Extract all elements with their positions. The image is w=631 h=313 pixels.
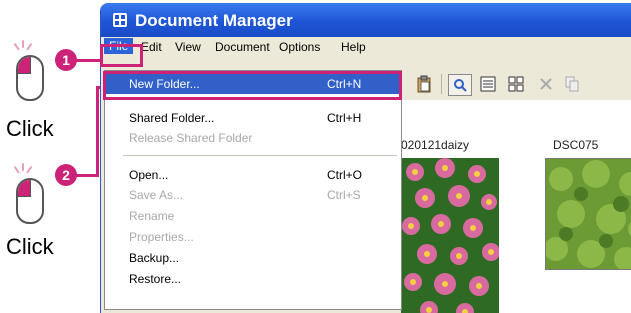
click-label-1: Click (6, 116, 54, 141)
window-title: Document Manager (135, 11, 293, 30)
new-folder-highlight (103, 71, 402, 100)
menu-item-release-shared-folder: Release Shared Folder (129, 131, 253, 145)
menu-item-shared-folder[interactable]: Shared Folder... Ctrl+H (105, 108, 401, 128)
file-menu-highlight (100, 44, 143, 67)
menu-view[interactable]: View (175, 40, 201, 54)
thumbnail-label: DSC075 (553, 138, 599, 152)
menu-item-backup[interactable]: Backup... (105, 248, 401, 268)
toolbar (401, 58, 631, 100)
thumbnail-view-icon[interactable] (505, 74, 527, 94)
title-bar[interactable]: Document Manager (101, 3, 631, 37)
step-2-badge: 2 (55, 164, 77, 186)
menu-edit[interactable]: Edit (141, 40, 162, 54)
details-view-icon[interactable] (477, 74, 499, 94)
file-menu-dropdown: New Folder... Ctrl+N Shared Folder... Ct… (104, 70, 402, 310)
menu-bar: File Edit View Document Options Help (101, 37, 631, 58)
menu-options[interactable]: Options (279, 40, 320, 54)
click-label-2: Click (6, 234, 54, 259)
copy-icon[interactable] (561, 74, 583, 94)
thumbnail-area: 020121daizy DSC075 (401, 100, 631, 313)
step-2-connector-v (96, 86, 99, 177)
menu-help[interactable]: Help (341, 40, 366, 54)
paste-icon[interactable] (413, 74, 435, 94)
daisy-thumbnail[interactable] (401, 158, 499, 313)
step-1-badge: 1 (55, 49, 77, 71)
preview-icon[interactable] (448, 74, 472, 96)
step-1-connector (76, 59, 102, 62)
step-2-connector-h (76, 174, 98, 177)
thumbnail-label: 020121daizy (401, 138, 470, 152)
menu-item-save-as: Save As... Ctrl+S (129, 188, 361, 202)
menu-item-restore[interactable]: Restore... (105, 269, 401, 289)
menu-item-rename: Rename (129, 209, 175, 223)
app-icon (113, 13, 127, 27)
menu-item-properties: Properties... (129, 230, 194, 244)
delete-icon[interactable] (535, 74, 557, 94)
menu-item-open[interactable]: Open... Ctrl+O (105, 165, 401, 185)
menu-document[interactable]: Document (215, 40, 270, 54)
dsc-thumbnail[interactable] (545, 158, 631, 270)
